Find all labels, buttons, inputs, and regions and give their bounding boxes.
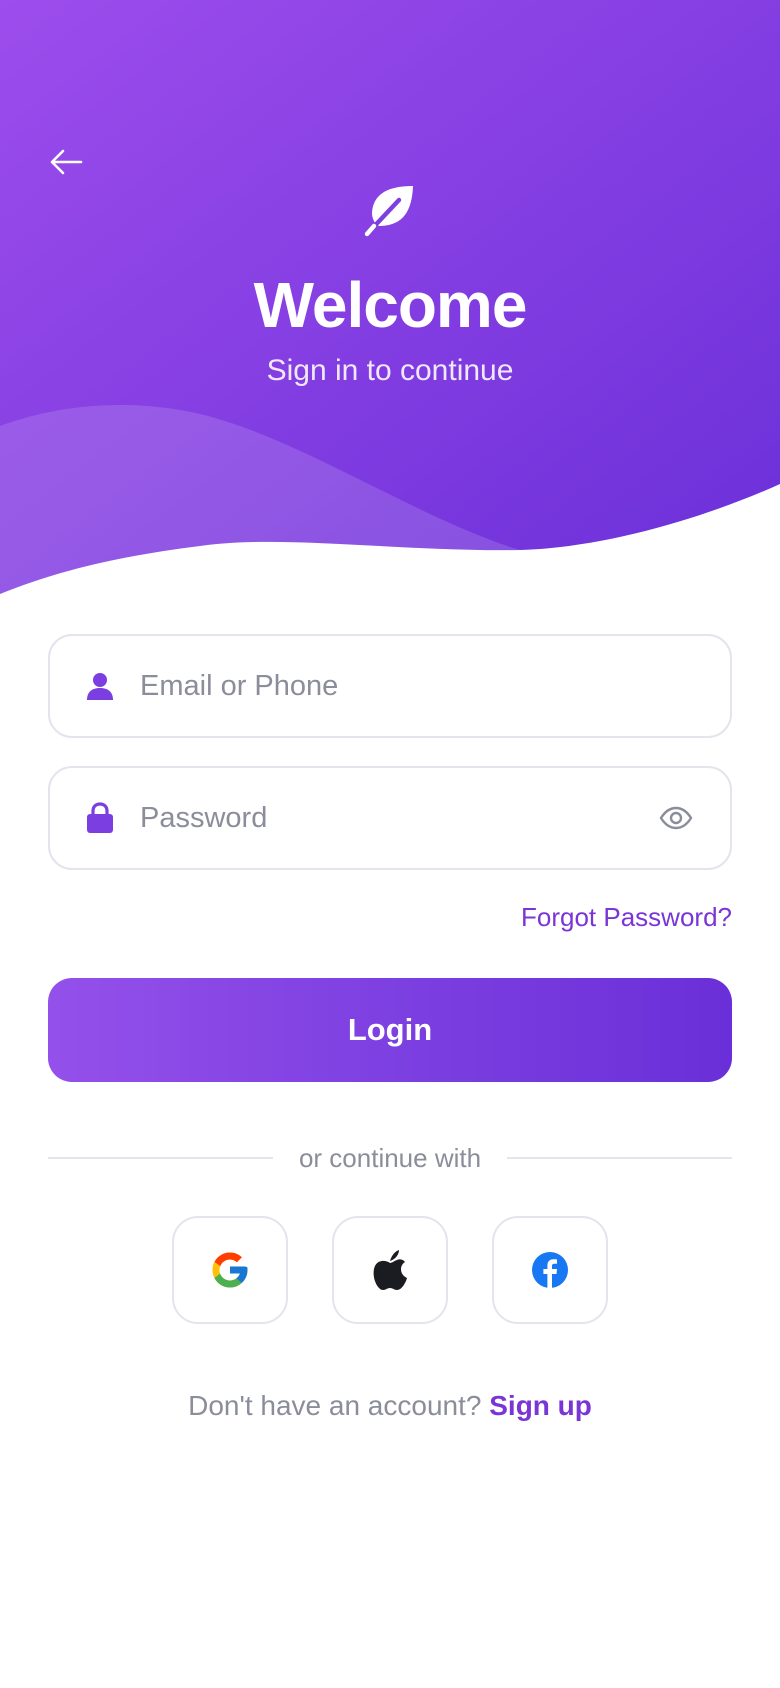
password-field[interactable] bbox=[48, 766, 732, 870]
leaf-icon bbox=[364, 186, 413, 237]
signup-prompt: Don't have an account? Sign up bbox=[0, 1390, 780, 1422]
back-button[interactable] bbox=[40, 140, 92, 184]
signup-prompt-text: Don't have an account? bbox=[188, 1390, 482, 1421]
page-title: Welcome bbox=[253, 269, 528, 341]
email-field[interactable] bbox=[48, 634, 732, 738]
divider-line bbox=[48, 1157, 273, 1159]
email-input[interactable] bbox=[140, 656, 730, 716]
divider-text: or continue with bbox=[298, 1142, 482, 1173]
apple-login-button[interactable] bbox=[332, 1216, 448, 1324]
social-divider: or continue with bbox=[48, 1140, 733, 1176]
google-login-button[interactable] bbox=[172, 1216, 288, 1324]
facebook-login-button[interactable] bbox=[492, 1216, 608, 1324]
password-input[interactable] bbox=[140, 788, 652, 848]
apple-icon bbox=[373, 1250, 407, 1290]
login-button[interactable]: Login bbox=[48, 978, 732, 1082]
arrow-left-icon bbox=[50, 149, 83, 175]
hero-header: Welcome Sign in to continue bbox=[0, 0, 780, 600]
signup-link[interactable]: Sign up bbox=[489, 1390, 592, 1421]
show-password-toggle[interactable] bbox=[652, 794, 700, 842]
facebook-icon bbox=[532, 1252, 568, 1288]
google-icon bbox=[212, 1252, 248, 1288]
forgot-password-link[interactable]: Forgot Password? bbox=[521, 902, 732, 933]
divider-line bbox=[507, 1157, 733, 1159]
lock-icon bbox=[78, 796, 122, 840]
app-logo bbox=[360, 180, 420, 240]
user-icon bbox=[78, 664, 122, 708]
page-subtitle: Sign in to continue bbox=[266, 354, 514, 387]
eye-icon bbox=[659, 806, 693, 830]
